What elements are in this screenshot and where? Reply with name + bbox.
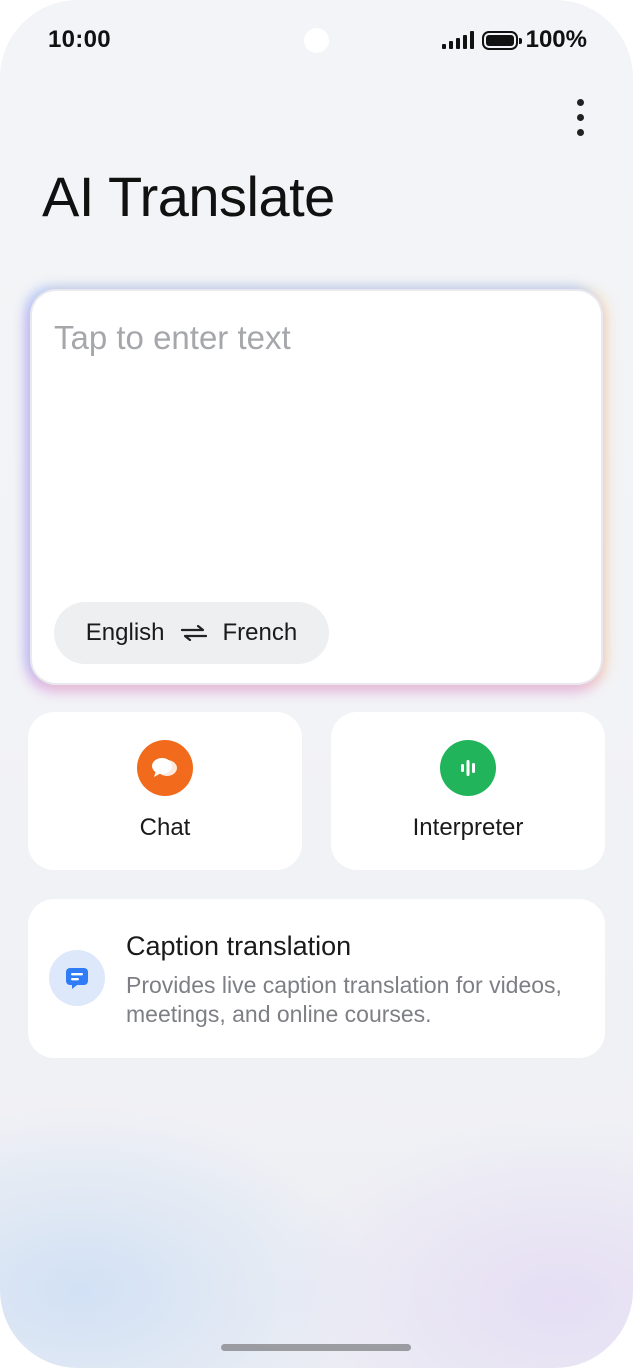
caption-translation-card[interactable]: Caption translation Provides live captio…	[28, 899, 605, 1058]
home-indicator[interactable]	[221, 1344, 411, 1351]
battery-icon	[481, 30, 522, 50]
chat-bubbles-icon	[137, 740, 193, 796]
phone-screen: 10:00 100% AI Translate Tap to enter tex…	[0, 0, 633, 1368]
signal-icon	[441, 31, 474, 49]
interpreter-button[interactable]: Interpreter	[331, 712, 605, 870]
more-vertical-icon[interactable]	[560, 94, 600, 140]
battery-percent: 100%	[525, 26, 587, 53]
status-indicators: 100%	[441, 26, 587, 54]
target-language[interactable]: French	[223, 619, 298, 647]
text-input-placeholder[interactable]: Tap to enter text	[54, 319, 291, 357]
caption-description: Provides live caption translation for vi…	[126, 972, 562, 1027]
caption-title: Caption translation	[126, 931, 352, 961]
source-language[interactable]: English	[86, 619, 165, 647]
sound-wave-icon	[440, 740, 496, 796]
swap-arrows-icon[interactable]	[180, 625, 207, 641]
chat-label: Chat	[139, 814, 191, 841]
text-input-card[interactable]: Tap to enter text English French	[30, 289, 603, 685]
caption-icon	[49, 950, 105, 1006]
language-selector[interactable]: English French	[54, 602, 329, 664]
front-camera	[304, 28, 329, 53]
page-title: AI Translate	[42, 165, 335, 228]
status-time: 10:00	[48, 26, 111, 53]
interpreter-label: Interpreter	[412, 814, 524, 841]
chat-button[interactable]: Chat	[28, 712, 302, 870]
